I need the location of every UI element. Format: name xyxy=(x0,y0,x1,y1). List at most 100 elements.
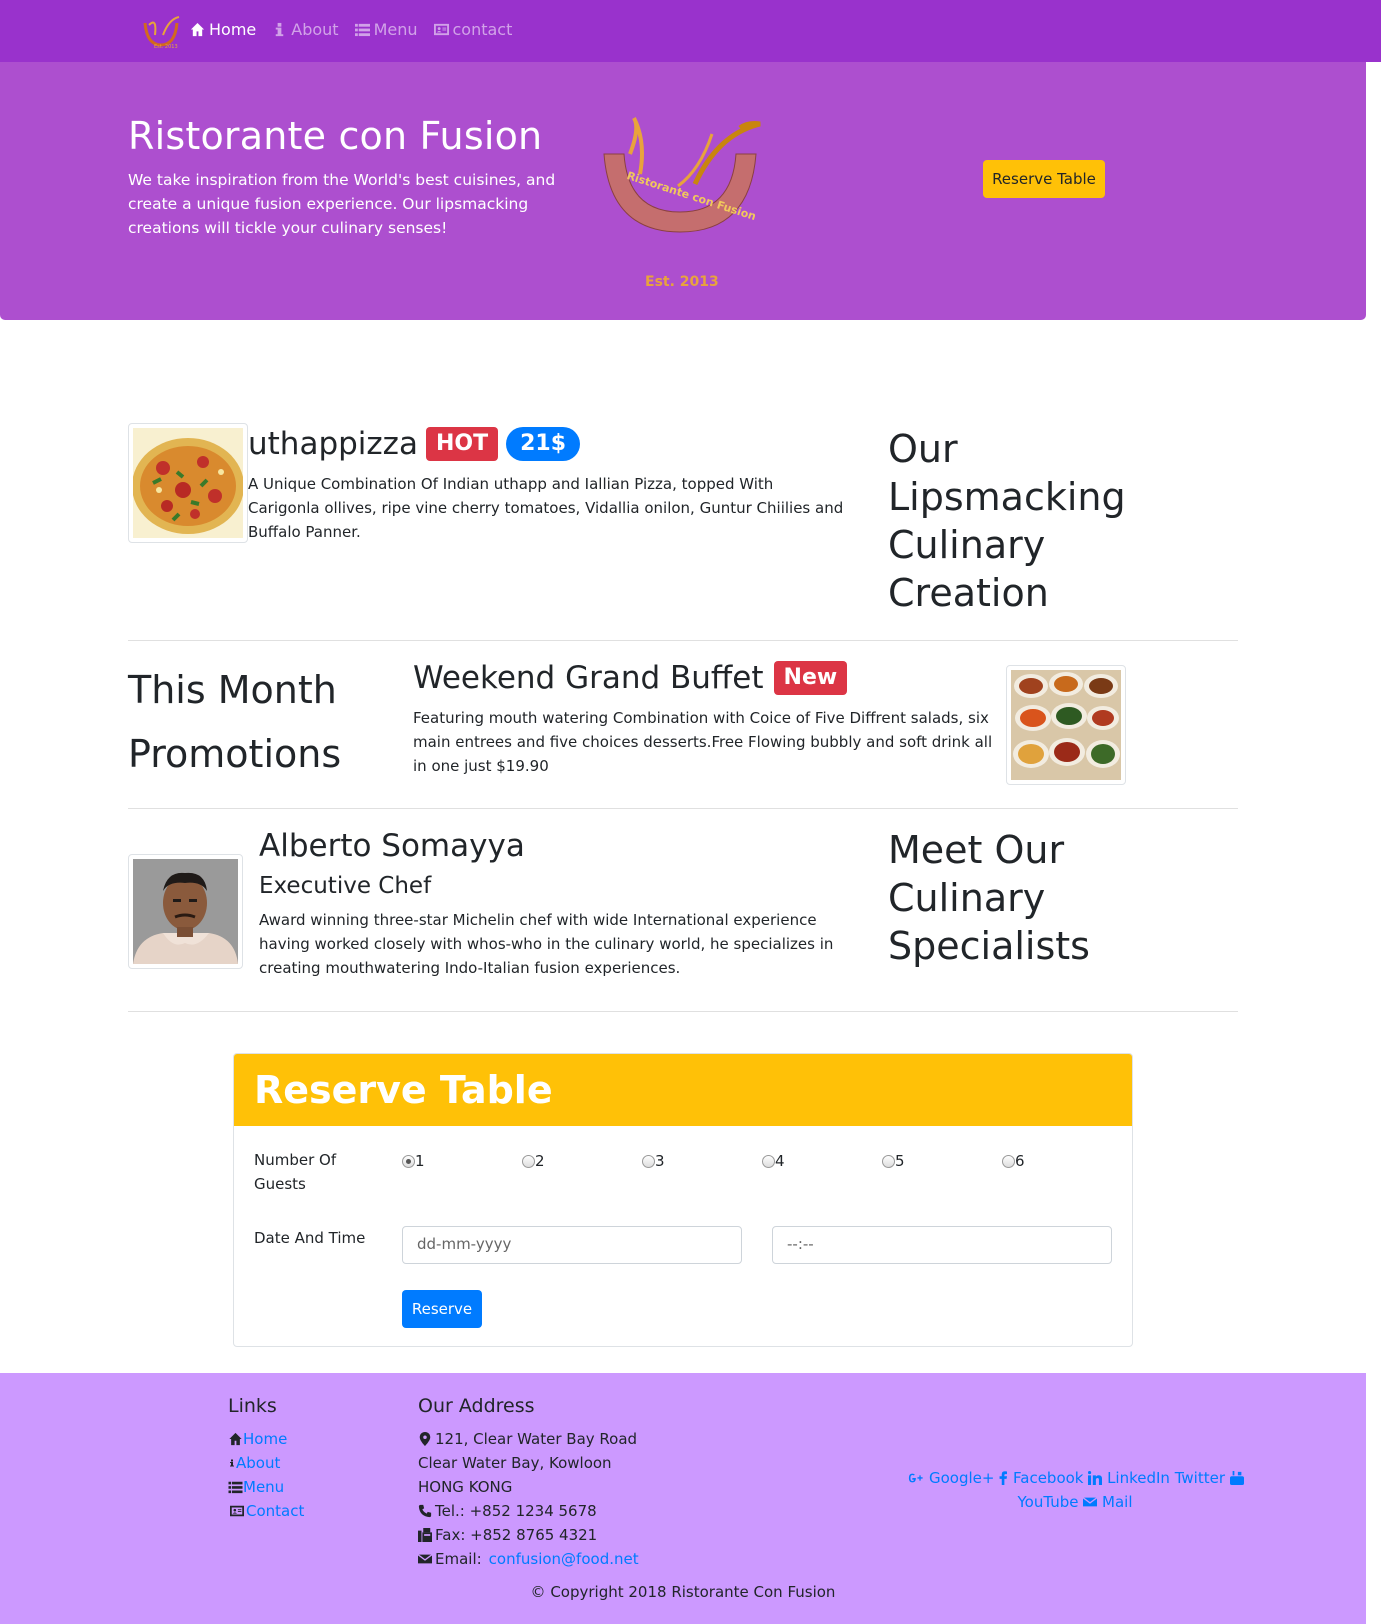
footer-link-menu[interactable]: Menu xyxy=(228,1475,304,1499)
time-input[interactable]: --:-- xyxy=(772,1226,1112,1264)
fax-line: Fax: +852 8765 4321 xyxy=(418,1523,639,1547)
chef-description: Award winning three-star Michelin chef w… xyxy=(259,911,834,977)
promotion-thumbnail xyxy=(1006,665,1126,785)
radio-button[interactable] xyxy=(762,1154,775,1168)
youtube-icon xyxy=(1229,1471,1244,1485)
map-marker-icon xyxy=(419,1432,431,1446)
dish-name: uthappizza HOT 21$ xyxy=(248,426,581,462)
nav-about-label: About xyxy=(291,20,339,39)
promotion-description: Featuring mouth watering Combination wit… xyxy=(413,709,993,775)
links-heading: Links xyxy=(228,1395,277,1417)
footer-link-contact[interactable]: Contact xyxy=(228,1499,304,1523)
nav-menu[interactable]: Menu xyxy=(354,20,418,39)
dish-title: uthappizza xyxy=(248,426,418,462)
reserve-card-title: Reserve Table xyxy=(254,1068,553,1112)
divider xyxy=(128,808,1238,809)
restaurant-tagline: We take inspiration from the World's bes… xyxy=(128,171,556,237)
footer-address: 121, Clear Water Bay Road Clear Water Ba… xyxy=(418,1427,639,1571)
restaurant-title: Ristorante con Fusion xyxy=(128,114,543,158)
nav-home-label: Home xyxy=(209,20,257,39)
reserve-table-button[interactable]: Reserve Table xyxy=(983,160,1105,198)
guest-option-2[interactable]: 2 xyxy=(522,1152,642,1170)
home-icon xyxy=(190,22,205,37)
info-icon xyxy=(276,22,284,37)
nav-contact[interactable]: contact xyxy=(433,20,513,39)
address-line-2: Clear Water Bay, Kowloon xyxy=(418,1454,612,1472)
footer-link-home[interactable]: Home xyxy=(228,1427,304,1451)
nav-menu-label: Menu xyxy=(373,20,418,39)
address-card-icon xyxy=(230,1505,244,1517)
email-line: Email: confusion@food.net xyxy=(418,1547,639,1571)
guest-option-5[interactable]: 5 xyxy=(882,1152,1002,1170)
svg-text:Est. 2013: Est. 2013 xyxy=(154,44,178,49)
dish-section-heading: Our Lipsmacking Culinary Creation xyxy=(888,427,1126,615)
price-badge: 21$ xyxy=(506,427,581,461)
guest-option-1[interactable]: 1 xyxy=(402,1152,522,1170)
guests-radio-group: 1 2 3 4 5 6 xyxy=(402,1152,1122,1170)
pizza-image xyxy=(133,428,243,538)
chef-title: Executive Chef xyxy=(259,873,432,899)
promotion-section-heading: This Month Promotions xyxy=(128,668,342,776)
restaurant-logo-icon: Ristorante con Fusion Est. 2013 xyxy=(603,116,761,290)
jumbotron: Ristorante con Fusion We take inspiratio… xyxy=(0,62,1366,320)
chef-section-heading: Meet Our Culinary Specialists xyxy=(888,828,1090,968)
reserve-card-header: Reserve Table xyxy=(234,1054,1132,1126)
linkedin-link[interactable]: LinkedIn xyxy=(1088,1469,1170,1487)
footer-link-about[interactable]: About xyxy=(228,1451,304,1475)
promotion-title: Weekend Grand Buffet xyxy=(413,660,764,696)
social-links: Google+ Facebook LinkedIn Twitter YouTub… xyxy=(880,1466,1270,1514)
guest-option-3[interactable]: 3 xyxy=(642,1152,762,1170)
linkedin-icon xyxy=(1088,1471,1103,1485)
envelope-icon xyxy=(418,1554,432,1564)
reserve-table-card: Reserve Table Number Of Guests 1 2 3 4 5… xyxy=(233,1053,1133,1347)
google-plus-icon xyxy=(909,1473,923,1483)
chef-name: Alberto Somayya xyxy=(259,828,525,864)
guest-option-6[interactable]: 6 xyxy=(1002,1152,1122,1170)
new-badge: New xyxy=(773,661,848,695)
radio-button[interactable] xyxy=(882,1154,895,1168)
date-time-label: Date And Time xyxy=(254,1229,366,1247)
divider xyxy=(128,640,1238,641)
list-icon xyxy=(228,1481,243,1494)
address-card-icon xyxy=(433,23,449,36)
chef-thumbnail xyxy=(128,854,243,969)
copyright: © Copyright 2018 Ristorante Con Fusion xyxy=(530,1583,836,1601)
twitter-link[interactable]: Twitter xyxy=(1175,1469,1244,1487)
nav-home[interactable]: Home xyxy=(190,20,256,39)
footer: Links Home About Menu Contact Our Addres… xyxy=(0,1373,1366,1624)
radio-button[interactable] xyxy=(522,1154,535,1168)
address-heading: Our Address xyxy=(418,1395,535,1417)
radio-button[interactable] xyxy=(1002,1154,1015,1168)
radio-button[interactable] xyxy=(402,1154,415,1168)
address-line-3: HONG KONG xyxy=(418,1478,513,1496)
fax-icon xyxy=(418,1528,432,1542)
phone-icon xyxy=(418,1504,432,1518)
youtube-link[interactable]: YouTube xyxy=(1017,1493,1078,1511)
google-plus-link[interactable]: Google+ xyxy=(906,1469,994,1487)
mail-link[interactable]: Mail xyxy=(1082,1493,1133,1511)
footer-links: Home About Menu Contact xyxy=(228,1427,304,1523)
facebook-icon xyxy=(999,1471,1008,1485)
brand-logo-icon[interactable]: Est. 2013 xyxy=(141,15,181,49)
divider xyxy=(128,1011,1238,1012)
info-icon xyxy=(230,1459,234,1467)
hot-badge: HOT xyxy=(425,427,499,461)
nav-about[interactable]: About xyxy=(272,20,339,39)
buffet-image xyxy=(1011,670,1121,780)
guest-option-4[interactable]: 4 xyxy=(762,1152,882,1170)
reserve-submit-button[interactable]: Reserve xyxy=(402,1290,482,1328)
radio-button[interactable] xyxy=(642,1154,655,1168)
home-icon xyxy=(229,1432,242,1446)
phone-line: Tel.: +852 1234 5678 xyxy=(418,1499,639,1523)
guests-label: Number Of Guests xyxy=(254,1151,337,1193)
promotion-name: Weekend Grand Buffet New xyxy=(413,660,848,696)
list-icon xyxy=(354,23,370,37)
date-input[interactable]: dd-mm-yyyy xyxy=(402,1226,742,1264)
envelope-icon xyxy=(1082,1497,1098,1507)
address-line-1: 121, Clear Water Bay Road xyxy=(418,1427,639,1451)
dish-thumbnail xyxy=(128,423,248,543)
dish-description: A Unique Combination Of Indian uthapp an… xyxy=(248,475,844,541)
email-link[interactable]: confusion@food.net xyxy=(489,1547,639,1571)
facebook-link[interactable]: Facebook xyxy=(999,1469,1084,1487)
nav-contact-label: contact xyxy=(452,20,513,39)
